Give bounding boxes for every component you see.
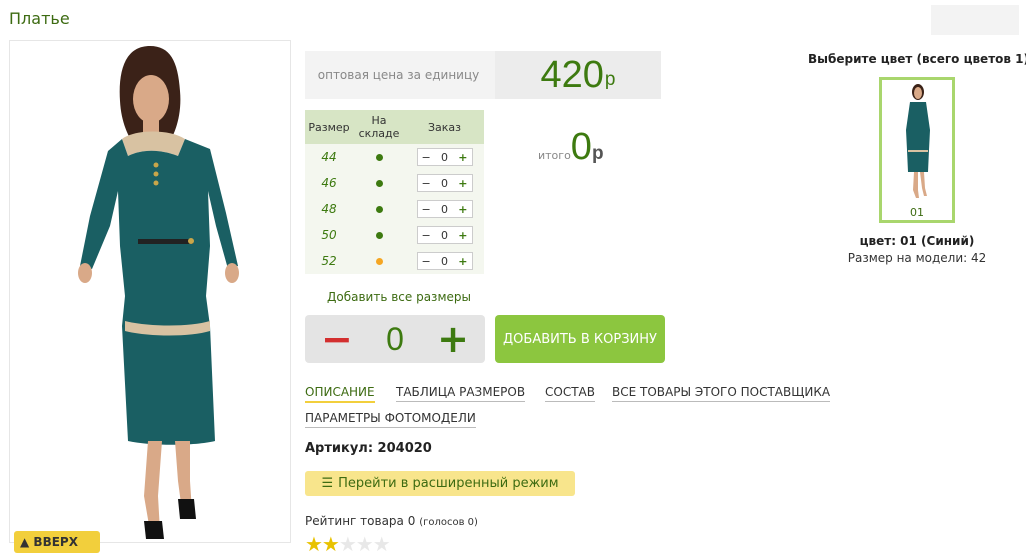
product-rating: Рейтинг товара 0 (голосов 0) bbox=[305, 514, 478, 528]
rating-label: Рейтинг товара bbox=[305, 514, 404, 528]
quantity-stepper[interactable]: −0 + bbox=[416, 252, 473, 270]
rating-stars[interactable]: ★★★★★ bbox=[305, 532, 391, 556]
decrement-button[interactable]: − bbox=[422, 151, 431, 164]
extended-mode-label: Перейти в расширенный режим bbox=[338, 476, 559, 491]
tab-model-params[interactable]: ПАРАМЕТРЫ ФОТОМОДЕЛИ bbox=[305, 411, 476, 428]
stock-indicator-icon bbox=[375, 153, 383, 161]
size-value: 50 bbox=[305, 222, 353, 248]
add-to-cart-button[interactable]: ДОБАВИТЬ В КОРЗИНУ bbox=[495, 315, 665, 363]
list-icon: ☰ bbox=[321, 476, 334, 491]
extended-mode-button[interactable]: ☰ Перейти в расширенный режим bbox=[305, 471, 575, 496]
table-row: 46 −0 + bbox=[305, 170, 484, 196]
stock-indicator-icon bbox=[375, 257, 383, 265]
tab-composition[interactable]: СОСТАВ bbox=[545, 385, 595, 402]
tab-description[interactable]: ОПИСАНИЕ bbox=[305, 385, 375, 403]
quantity-value[interactable]: 0 bbox=[441, 229, 448, 242]
quantity-stepper[interactable]: −0 + bbox=[416, 148, 473, 166]
size-value: 48 bbox=[305, 196, 353, 222]
plus-icon[interactable]: + bbox=[437, 320, 469, 358]
color-code: 01 bbox=[910, 206, 924, 219]
decrement-button[interactable]: − bbox=[422, 177, 431, 190]
back-to-top-label: ВВЕРХ bbox=[33, 535, 78, 549]
tab-supplier-products[interactable]: ВСЕ ТОВАРЫ ЭТОГО ПОСТАВЩИКА bbox=[612, 385, 831, 402]
quantity-stepper[interactable]: −0 + bbox=[416, 200, 473, 218]
selected-color-name: цвет: 01 (Синий) bbox=[859, 234, 975, 248]
decrement-button[interactable]: − bbox=[422, 255, 431, 268]
model-illustration bbox=[78, 46, 239, 539]
rating-value: 0 bbox=[407, 514, 416, 528]
color-selector-header: Выберите цвет (всего цветов 1) bbox=[808, 52, 1026, 66]
back-to-top-button[interactable]: ▲ ВВЕРХ bbox=[14, 531, 100, 553]
total-label: итого bbox=[538, 149, 571, 162]
size-value: 52 bbox=[305, 248, 353, 274]
stock-indicator-icon bbox=[375, 205, 383, 213]
add-all-sizes-link[interactable]: Добавить все размеры bbox=[327, 290, 471, 304]
arrow-up-icon: ▲ bbox=[20, 535, 30, 549]
increment-button[interactable]: + bbox=[458, 151, 467, 164]
model-size: Размер на модели: 42 bbox=[847, 251, 987, 265]
increment-button[interactable]: + bbox=[458, 177, 467, 190]
increment-button[interactable]: + bbox=[458, 203, 467, 216]
table-row: 48 −0 + bbox=[305, 196, 484, 222]
tab-size-chart[interactable]: ТАБЛИЦА РАЗМЕРОВ bbox=[396, 385, 526, 402]
size-value: 44 bbox=[305, 144, 353, 170]
quantity-value[interactable]: 0 bbox=[441, 177, 448, 190]
increment-button[interactable]: + bbox=[458, 255, 467, 268]
quantity-stepper[interactable]: − 0 + bbox=[305, 315, 485, 363]
product-main-photo[interactable] bbox=[9, 40, 291, 543]
table-row: 44 −0 + bbox=[305, 144, 484, 170]
decrement-button[interactable]: − bbox=[422, 203, 431, 216]
header-widget[interactable] bbox=[931, 5, 1019, 35]
quantity-value[interactable]: 0 bbox=[441, 151, 448, 164]
quantity-stepper[interactable]: −0 + bbox=[416, 174, 473, 192]
price-label: оптовая цена за единицу bbox=[317, 68, 480, 82]
sizes-table: Размер На складе Заказ 44 −0 + 46 −0 + 48 … bbox=[305, 110, 484, 274]
total-value: 0 bbox=[570, 126, 592, 168]
decrement-button[interactable]: − bbox=[422, 229, 431, 242]
order-column-header: Заказ bbox=[405, 110, 484, 144]
rating-votes: (голосов 0) bbox=[419, 517, 478, 528]
quantity-value[interactable]: 0 bbox=[441, 255, 448, 268]
quantity-stepper[interactable]: −0 + bbox=[416, 226, 473, 244]
quantity-value[interactable]: 0 bbox=[386, 321, 404, 358]
table-row: 50 −0 + bbox=[305, 222, 484, 248]
increment-button[interactable]: + bbox=[458, 229, 467, 242]
size-value: 46 bbox=[305, 170, 353, 196]
product-title: Платье bbox=[9, 9, 70, 28]
price-value: 420 р bbox=[495, 51, 661, 99]
quantity-value[interactable]: 0 bbox=[441, 203, 448, 216]
star-empty-icon[interactable]: ★★★ bbox=[339, 532, 391, 556]
total-currency: р bbox=[591, 143, 604, 164]
star-icon[interactable]: ★★ bbox=[305, 532, 340, 556]
table-row: 52 −0 + bbox=[305, 248, 484, 274]
stock-indicator-icon bbox=[375, 179, 383, 187]
stock-column-header: На складе bbox=[353, 110, 405, 144]
price-number: 420 bbox=[540, 53, 604, 96]
color-thumbnail[interactable] bbox=[879, 77, 955, 223]
price-currency: р bbox=[604, 69, 616, 90]
stock-indicator-icon bbox=[375, 231, 383, 239]
thumbnail-image bbox=[906, 84, 930, 198]
minus-icon[interactable]: − bbox=[321, 320, 353, 358]
size-column-header: Размер bbox=[305, 110, 353, 144]
order-total: итого 0 р bbox=[538, 128, 604, 166]
article-number: Артикул: 204020 bbox=[305, 441, 432, 456]
